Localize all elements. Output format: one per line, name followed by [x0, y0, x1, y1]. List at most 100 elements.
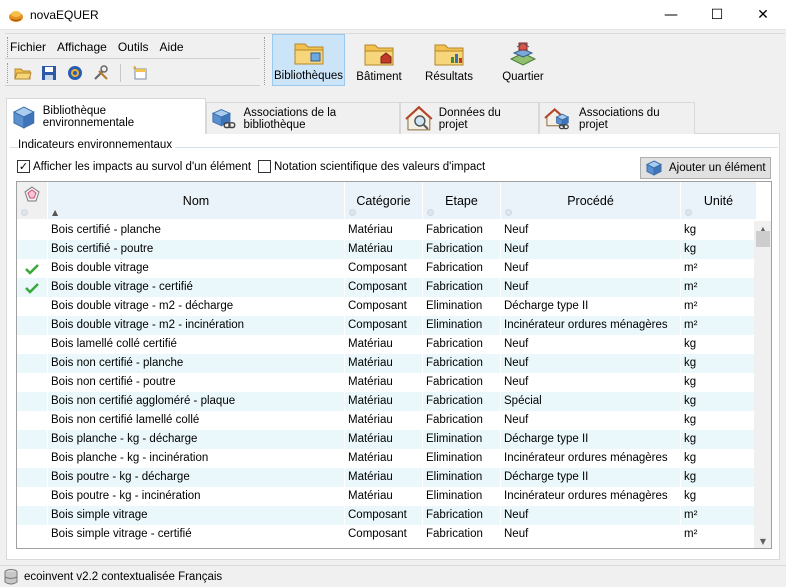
table-row[interactable]: Bois simple vitrage Composant Fabrication N… [17, 506, 757, 525]
cell-nom: Bois certifié - poutre [48, 240, 345, 259]
table-row[interactable]: Bois double vitrage - m2 - décharge Compo… [17, 297, 757, 316]
close-button[interactable]: ✕ [740, 0, 786, 30]
main-toolbar: Bibliothèques Bâtiment Résultats Quartie… [272, 34, 561, 86]
cell-procede: Neuf [501, 525, 681, 544]
table-row[interactable]: Bois double vitrage - m2 - incinération C… [17, 316, 757, 335]
table-row[interactable]: Bois planche - kg - incinération Matériau… [17, 449, 757, 468]
sort-ascending-icon: ▲ [52, 208, 59, 217]
cell-etape: Fabrication [423, 240, 501, 259]
cell-nom: Bois non certifié - planche [48, 354, 345, 373]
table-row[interactable]: Bois simple vitrage - certifié Composant F… [17, 525, 757, 544]
menu-affichage[interactable]: Affichage [57, 39, 107, 55]
table-row[interactable]: Bois poutre - kg - décharge Matériau Elimi… [17, 468, 757, 487]
table-row[interactable]: Bois planche - kg - décharge Matériau Elim… [17, 430, 757, 449]
table-body: Bois certifié - planche Matériau Fabricati… [17, 221, 757, 544]
checkbox-checked-icon[interactable]: ✓ [17, 160, 30, 173]
quartier-button[interactable]: Quartier [485, 34, 561, 86]
cell-etape: Fabrication [423, 392, 501, 411]
new-item-icon[interactable] [129, 62, 151, 84]
add-element-button[interactable]: Ajouter un élément [640, 157, 771, 179]
tab-label: Bibliothèque environnementale [42, 104, 135, 129]
green-check-icon [25, 282, 39, 294]
checkbox-unchecked-icon[interactable] [258, 160, 271, 173]
row-impact-cell [17, 487, 48, 506]
cell-etape: Fabrication [423, 278, 501, 297]
tab-associations-projet[interactable]: Associations du projet [539, 102, 695, 134]
table-row[interactable]: Bois lamellé collé certifié Matériau Fabri… [17, 335, 757, 354]
table-row[interactable]: Bois double vitrage Composant Fabrication N… [17, 259, 757, 278]
cell-unite: kg [681, 373, 757, 392]
menu-aide[interactable]: Aide [160, 39, 184, 55]
minimize-button[interactable]: — [648, 0, 694, 30]
cell-etape: Elimination [423, 468, 501, 487]
cell-etape: Fabrication [423, 335, 501, 354]
table-row[interactable]: Bois poutre - kg - incinération Matériau E… [17, 487, 757, 506]
cell-unite: m² [681, 316, 757, 335]
cell-nom: Bois simple vitrage [48, 506, 345, 525]
cell-categorie: Composant [345, 278, 423, 297]
table-row[interactable]: Bois double vitrage - certifié Composant F… [17, 278, 757, 297]
column-filter-dot[interactable] [21, 209, 28, 216]
column-header-categorie[interactable]: Catégorie [345, 182, 423, 219]
column-header-unite[interactable]: Unité [681, 182, 757, 219]
library-table[interactable]: Nom ▲ Catégorie Etape Procédé Unité Bois… [16, 181, 772, 549]
cell-procede: Neuf [501, 278, 681, 297]
table-row[interactable]: Bois certifié - planche Matériau Fabricati… [17, 221, 757, 240]
cell-unite: m² [681, 525, 757, 544]
row-impact-cell [17, 430, 48, 449]
cell-nom: Bois double vitrage - m2 - décharge [48, 297, 345, 316]
title-bar: novaEQUER — ☐ ✕ [0, 0, 786, 30]
table-row[interactable]: Bois non certifié aggloméré - plaque Maté… [17, 392, 757, 411]
scroll-down-icon[interactable]: ▼ [754, 533, 771, 548]
column-filter-dot[interactable] [505, 209, 512, 216]
tab-donnees-projet[interactable]: Données du projet [400, 102, 539, 134]
open-folder-icon[interactable] [12, 62, 34, 84]
column-header-procede[interactable]: Procédé [501, 182, 681, 219]
maximize-button[interactable]: ☐ [694, 0, 740, 30]
scientific-notation-checkbox[interactable]: Notation scientifique des valeurs d'impa… [258, 160, 485, 173]
cell-procede: Décharge type II [501, 468, 681, 487]
cell-unite: kg [681, 487, 757, 506]
tab-label: Associations du projet [579, 106, 660, 131]
cell-etape: Elimination [423, 430, 501, 449]
row-impact-cell [17, 449, 48, 468]
cell-etape: Fabrication [423, 506, 501, 525]
cell-procede: Décharge type II [501, 430, 681, 449]
column-header-impact[interactable] [17, 182, 48, 219]
table-row[interactable]: Bois non certifié - poutre Matériau Fabric… [17, 373, 757, 392]
cell-nom: Bois lamellé collé certifié [48, 335, 345, 354]
row-impact-cell [17, 392, 48, 411]
column-header-etape[interactable]: Etape [423, 182, 501, 219]
table-row[interactable]: Bois non certifié lamellé collé Matériau F… [17, 411, 757, 430]
cell-nom: Bois double vitrage - certifié [48, 278, 345, 297]
tools-icon[interactable] [90, 62, 112, 84]
cube-icon [12, 106, 35, 129]
menu-fichier[interactable]: Fichier [10, 39, 46, 55]
window-title: novaEQUER [30, 8, 99, 22]
column-filter-dot[interactable] [427, 209, 434, 216]
save-icon[interactable] [38, 62, 60, 84]
bibliotheques-button[interactable]: Bibliothèques [272, 34, 345, 86]
tab-bibliotheque-environnementale[interactable]: Bibliothèque environnementale [6, 98, 206, 134]
column-filter-dot[interactable] [685, 209, 692, 216]
vertical-scrollbar[interactable]: ▲ ▼ [754, 221, 771, 548]
add-element-label: Ajouter un élément [669, 162, 766, 174]
tab-associations-bibliotheque[interactable]: Associations de la bibliothèque [206, 102, 400, 134]
show-impacts-checkbox[interactable]: ✓ Afficher les impacts au survol d'un él… [17, 160, 251, 173]
cell-unite: kg [681, 449, 757, 468]
quick-toolbar [12, 62, 151, 84]
status-bar: ecoinvent v2.2 contextualisée Français [0, 565, 786, 587]
settings-icon[interactable] [64, 62, 86, 84]
scrollbar-thumb[interactable] [756, 231, 770, 247]
column-header-nom[interactable]: Nom ▲ [48, 182, 345, 219]
cell-unite: m² [681, 297, 757, 316]
database-name: ecoinvent v2.2 contextualisée Français [24, 570, 223, 583]
column-filter-dot[interactable] [349, 209, 356, 216]
cell-categorie: Matériau [345, 373, 423, 392]
resultats-button[interactable]: Résultats [413, 34, 485, 86]
table-row[interactable]: Bois certifié - poutre Matériau Fabricatio… [17, 240, 757, 259]
big-toolbar-grip [264, 37, 267, 85]
menu-outils[interactable]: Outils [118, 39, 149, 55]
table-row[interactable]: Bois non certifié - planche Matériau Fabri… [17, 354, 757, 373]
batiment-button[interactable]: Bâtiment [345, 34, 413, 86]
